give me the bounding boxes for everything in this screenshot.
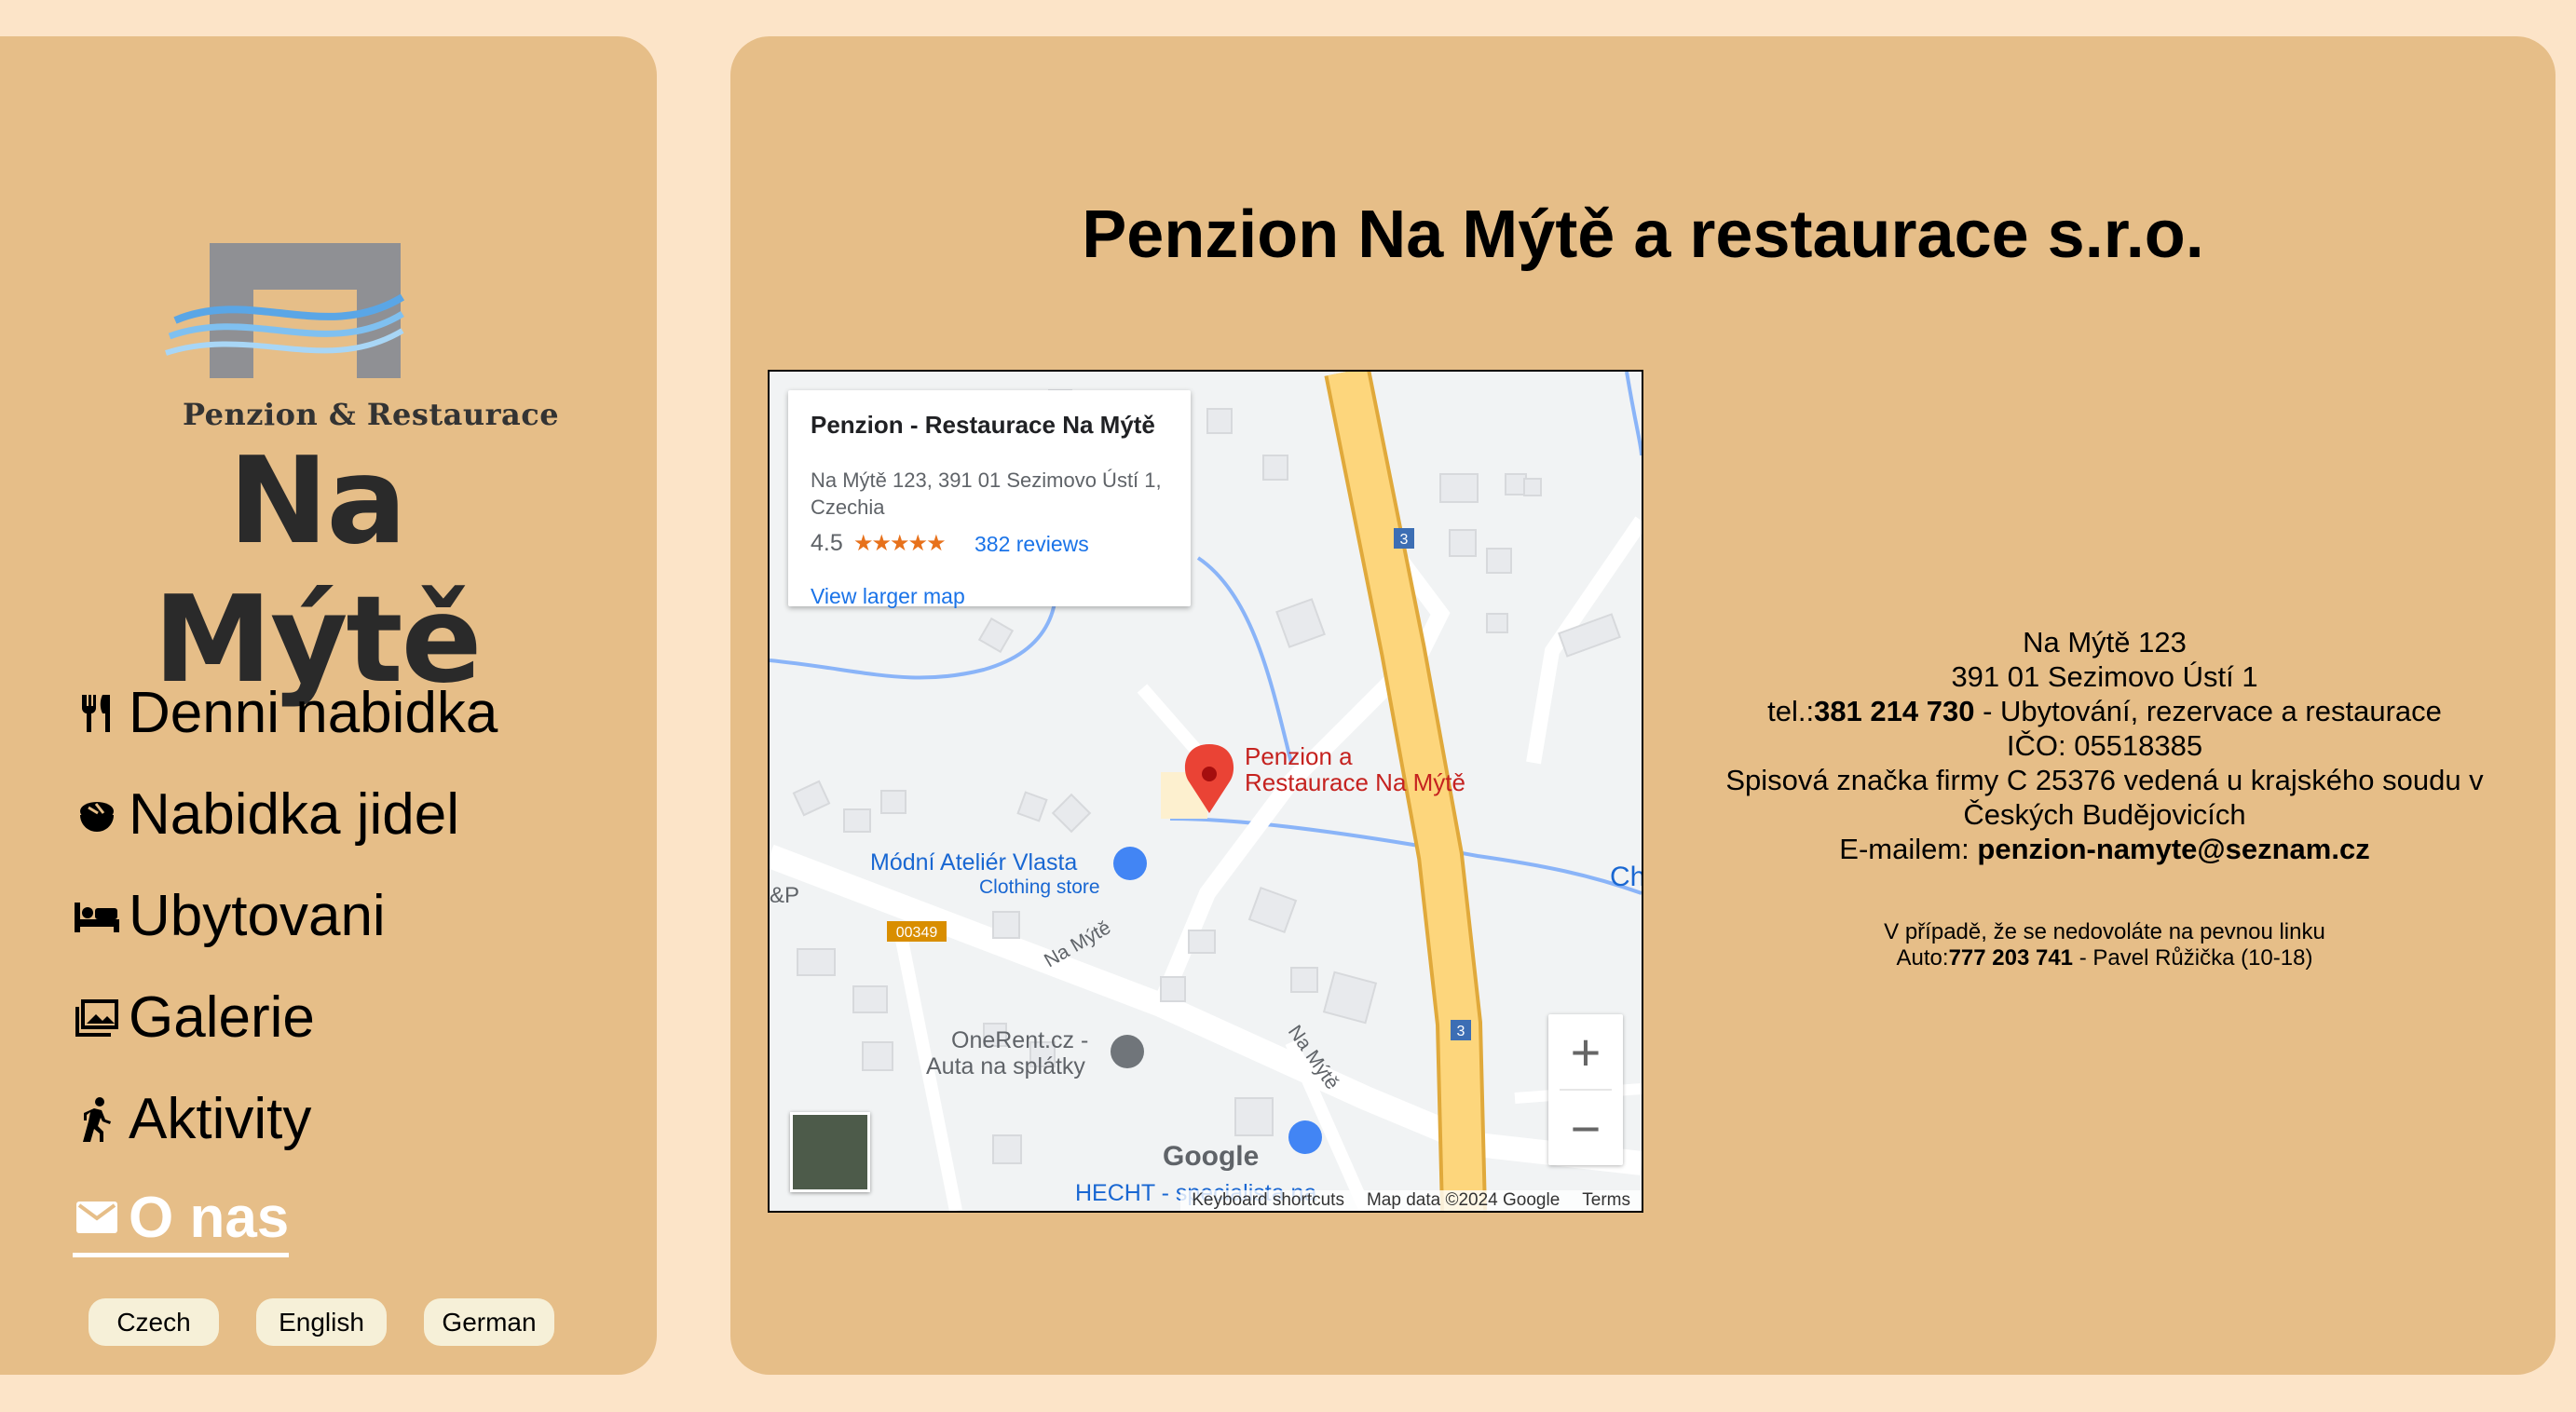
marker-label-line2: Restaurace Na Mýtě	[1245, 768, 1465, 796]
bowl-icon	[73, 791, 121, 839]
nav-item-aktivity[interactable]: Aktivity	[73, 1068, 497, 1170]
fork-knife-icon	[73, 689, 121, 738]
main-nav: Denni nabidka Nabidka jidel Ubytovani Ga…	[73, 662, 497, 1271]
lang-english-button[interactable]: English	[256, 1298, 387, 1346]
mail-icon	[73, 1193, 121, 1242]
hiking-icon	[73, 1095, 121, 1144]
marker-label-line1: Penzion a	[1245, 742, 1353, 770]
route-badge-bottom: 3	[1457, 1024, 1465, 1039]
contact-phone-line: tel.:381 214 730 - Ubytování, rezervace …	[1681, 694, 2528, 728]
phone-number[interactable]: 381 214 730	[1814, 695, 1974, 727]
language-switcher: Czech English German	[89, 1298, 554, 1346]
reviews-link[interactable]: 382 reviews	[975, 532, 1089, 557]
map-edge-label-left: &P	[770, 883, 799, 908]
nav-label: Denni nabidka	[129, 681, 498, 745]
zoom-in-button[interactable]: +	[1548, 1014, 1623, 1089]
tel-prefix: tel.:	[1767, 695, 1815, 727]
mobile-suffix: - Pavel Růžička (10-18)	[2073, 945, 2313, 971]
rating-stars-icon: ★★★★★	[853, 531, 947, 556]
nav-item-denni-nabidka[interactable]: Denni nabidka	[73, 662, 497, 764]
contact-info: Na Mýtě 123 391 01 Sezimovo Ústí 1 tel.:…	[1681, 625, 2528, 866]
nav-label: Aktivity	[129, 1087, 312, 1151]
map-edge-label-right: Ch	[1610, 862, 1642, 892]
poi-onerent-line2: Auta na splátky	[926, 1053, 1085, 1079]
active-nav-wrap: O nas	[73, 1185, 290, 1257]
place-rating: 4.5	[811, 530, 843, 556]
road-number-badge: 00349	[896, 925, 938, 941]
lang-german-button[interactable]: German	[424, 1298, 554, 1346]
nav-label: Galerie	[129, 985, 315, 1050]
zoom-out-button[interactable]: −	[1548, 1091, 1623, 1165]
map-satellite-toggle[interactable]	[790, 1112, 870, 1192]
nav-label: Nabidka jidel	[129, 782, 459, 847]
gallery-icon	[73, 994, 121, 1042]
nav-label: Ubytovani	[129, 884, 386, 948]
sidebar: Penzion & Restaurace Na Mýtě Denni nabid…	[0, 36, 657, 1375]
poi-modni-atelier: Módní Ateliér Vlasta	[870, 849, 1077, 876]
page-title: Penzion Na Mýtě a restaurace s.r.o.	[1082, 197, 2204, 272]
nav-item-nabidka-jidel[interactable]: Nabidka jidel	[73, 764, 497, 865]
tel-suffix: - Ubytování, rezervace a restaurace	[1974, 695, 2442, 727]
view-larger-map-link[interactable]: View larger map	[811, 584, 965, 609]
lang-czech-button[interactable]: Czech	[89, 1298, 219, 1346]
map-data-attribution: Map data ©2024 Google	[1366, 1190, 1561, 1210]
nav-item-galerie[interactable]: Galerie	[73, 967, 497, 1068]
poi-clothing-store: Clothing store	[979, 876, 1100, 898]
google-map[interactable]: 3 3 00349 Penzion a Restaurace Na Mýtě M…	[768, 370, 1643, 1213]
contact-street: Na Mýtě 123	[2023, 626, 2187, 658]
mobile-prefix: Auto:	[1896, 945, 1949, 971]
email-address[interactable]: penzion-namyte@seznam.cz	[1977, 833, 2369, 865]
nav-label: O nas	[129, 1185, 290, 1250]
logo-graphic	[165, 243, 405, 378]
mobile-note: V případě, že se nedovoláte na pevnou li…	[1681, 919, 2528, 971]
logo[interactable]: Penzion & Restaurace Na Mýtě	[65, 204, 568, 710]
main-panel: Penzion Na Mýtě a restaurace s.r.o. 3 3 …	[730, 36, 2556, 1375]
nav-item-ubytovani[interactable]: Ubytovani	[73, 865, 497, 967]
place-address: Na Mýtě 123, 391 01 Sezimovo Ústí 1, Cze…	[811, 468, 1162, 519]
google-logo: Google	[1163, 1141, 1260, 1172]
nav-item-o-nas[interactable]: O nas	[73, 1170, 497, 1271]
mobile-number[interactable]: 777 203 741	[1949, 945, 2073, 971]
map-footer: Keyboard shortcuts Map data ©2024 Google…	[1180, 1190, 1642, 1211]
bed-icon	[73, 892, 121, 941]
route-badge-top: 3	[1400, 532, 1409, 548]
poi-onerent-line1: OneRent.cz -	[951, 1027, 1088, 1053]
place-name: Penzion - Restaurace Na Mýtě	[811, 411, 1155, 439]
email-prefix: E-mailem:	[1839, 833, 1978, 865]
contact-ico: IČO: 05518385	[2006, 729, 2203, 762]
map-info-card: Penzion - Restaurace Na Mýtě Na Mýtě 123…	[788, 390, 1191, 609]
contact-registry: Spisová značka firmy C 25376 vedená u kr…	[1725, 764, 2484, 831]
logo-subtitle: Penzion & Restaurace	[182, 397, 560, 432]
keyboard-shortcuts-link[interactable]: Keyboard shortcuts	[1192, 1190, 1344, 1211]
mobile-line: Auto:777 203 741 - Pavel Růžička (10-18)	[1681, 945, 2528, 971]
contact-email-line: E-mailem: penzion-namyte@seznam.cz	[1681, 832, 2528, 866]
map-zoom-control: + −	[1548, 1014, 1623, 1165]
note-line: V případě, že se nedovoláte na pevnou li…	[1884, 919, 2325, 944]
terms-link[interactable]: Terms	[1582, 1190, 1630, 1211]
contact-city: 391 01 Sezimovo Ústí 1	[1951, 660, 2258, 693]
